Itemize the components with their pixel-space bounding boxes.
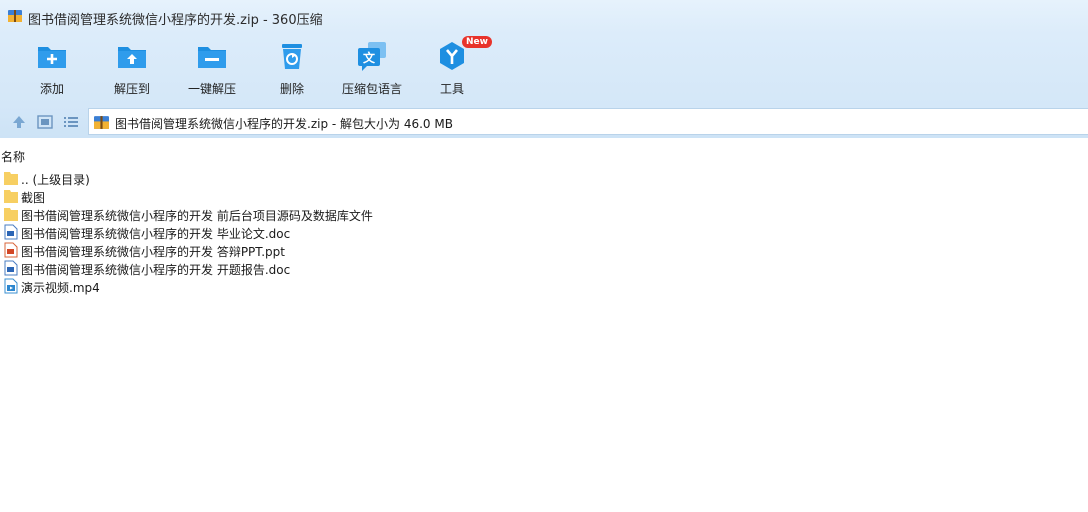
folder-icon <box>4 190 18 203</box>
new-badge: New <box>462 36 492 48</box>
video-file-icon <box>4 278 18 294</box>
file-name: .. (上级目录) <box>21 173 90 187</box>
address-bar[interactable]: 图书借阅管理系统微信小程序的开发.zip - 解包大小为 46.0 MB <box>88 108 1088 135</box>
archive-icon <box>8 10 22 22</box>
add-folder-icon <box>38 47 66 68</box>
up-arrow-icon[interactable] <box>11 114 27 130</box>
folder-icon <box>4 208 18 221</box>
extract-to-label: 解压到 <box>113 82 150 96</box>
toolbar: 添加 解压到 一键解压 删除 文 压缩包语言 New 工具 <box>0 34 1088 106</box>
file-name: 图书借阅管理系统微信小程序的开发 开题报告.doc <box>21 263 291 277</box>
file-name: 图书借阅管理系统微信小程序的开发 毕业论文.doc <box>21 227 291 241</box>
column-name[interactable]: 名称 <box>1 148 25 165</box>
list-item[interactable]: 图书借阅管理系统微信小程序的开发 毕业论文.doc <box>0 223 1088 241</box>
list-view-icon[interactable] <box>63 114 79 130</box>
add-button[interactable]: 添加 <box>12 38 92 102</box>
file-name: 截图 <box>21 191 46 205</box>
tools-button[interactable]: New 工具 <box>412 36 492 102</box>
column-header[interactable]: 名称 <box>0 138 1088 166</box>
list-item[interactable]: 图书借阅管理系统微信小程序的开发 答辩PPT.ppt <box>0 241 1088 259</box>
add-label: 添加 <box>39 82 64 96</box>
file-name: 图书借阅管理系统微信小程序的开发 前后台项目源码及数据库文件 <box>21 209 373 223</box>
word-doc-icon <box>4 260 18 276</box>
thumbnail-view-icon[interactable] <box>37 114 53 130</box>
one-click-extract-button[interactable]: 一键解压 <box>172 38 252 102</box>
extract-to-button[interactable]: 解压到 <box>92 38 172 102</box>
ppt-icon <box>4 242 18 258</box>
list-item[interactable]: 截图 <box>0 187 1088 205</box>
delete-button[interactable]: 删除 <box>252 38 332 102</box>
list-item[interactable]: 图书借阅管理系统微信小程序的开发 前后台项目源码及数据库文件 <box>0 205 1088 223</box>
folder-icon <box>4 172 18 185</box>
archive-icon <box>94 116 109 129</box>
one-click-extract-icon <box>198 47 226 68</box>
address-text: 图书借阅管理系统微信小程序的开发.zip - 解包大小为 46.0 MB <box>115 117 453 131</box>
one-click-extract-label: 一键解压 <box>187 82 236 96</box>
file-name: 图书借阅管理系统微信小程序的开发 答辩PPT.ppt <box>21 245 285 259</box>
file-list: .. (上级目录) 截图 图书借阅管理系统微信小程序的开发 前后台项目源码及数据… <box>0 169 1088 295</box>
word-doc-icon <box>4 224 18 240</box>
list-item[interactable]: .. (上级目录) <box>0 169 1088 187</box>
tools-label: 工具 <box>439 82 464 96</box>
file-name: 演示视频.mp4 <box>21 281 100 295</box>
recycle-bin-icon <box>282 44 302 69</box>
title-bar: 图书借阅管理系统微信小程序的开发.zip - 360压缩 <box>0 0 1088 34</box>
list-item[interactable]: 图书借阅管理系统微信小程序的开发 开题报告.doc <box>0 259 1088 277</box>
list-item[interactable]: 演示视频.mp4 <box>0 277 1088 295</box>
archive-language-button[interactable]: 文 压缩包语言 <box>332 38 412 102</box>
navigation-bar: 图书借阅管理系统微信小程序的开发.zip - 解包大小为 46.0 MB <box>0 106 1088 138</box>
extract-to-icon <box>118 47 146 68</box>
language-icon: 文 <box>358 42 386 71</box>
svg-text:文: 文 <box>363 50 376 65</box>
window-title: 图书借阅管理系统微信小程序的开发.zip - 360压缩 <box>28 13 323 28</box>
archive-language-label: 压缩包语言 <box>341 82 402 96</box>
delete-label: 删除 <box>279 82 304 96</box>
